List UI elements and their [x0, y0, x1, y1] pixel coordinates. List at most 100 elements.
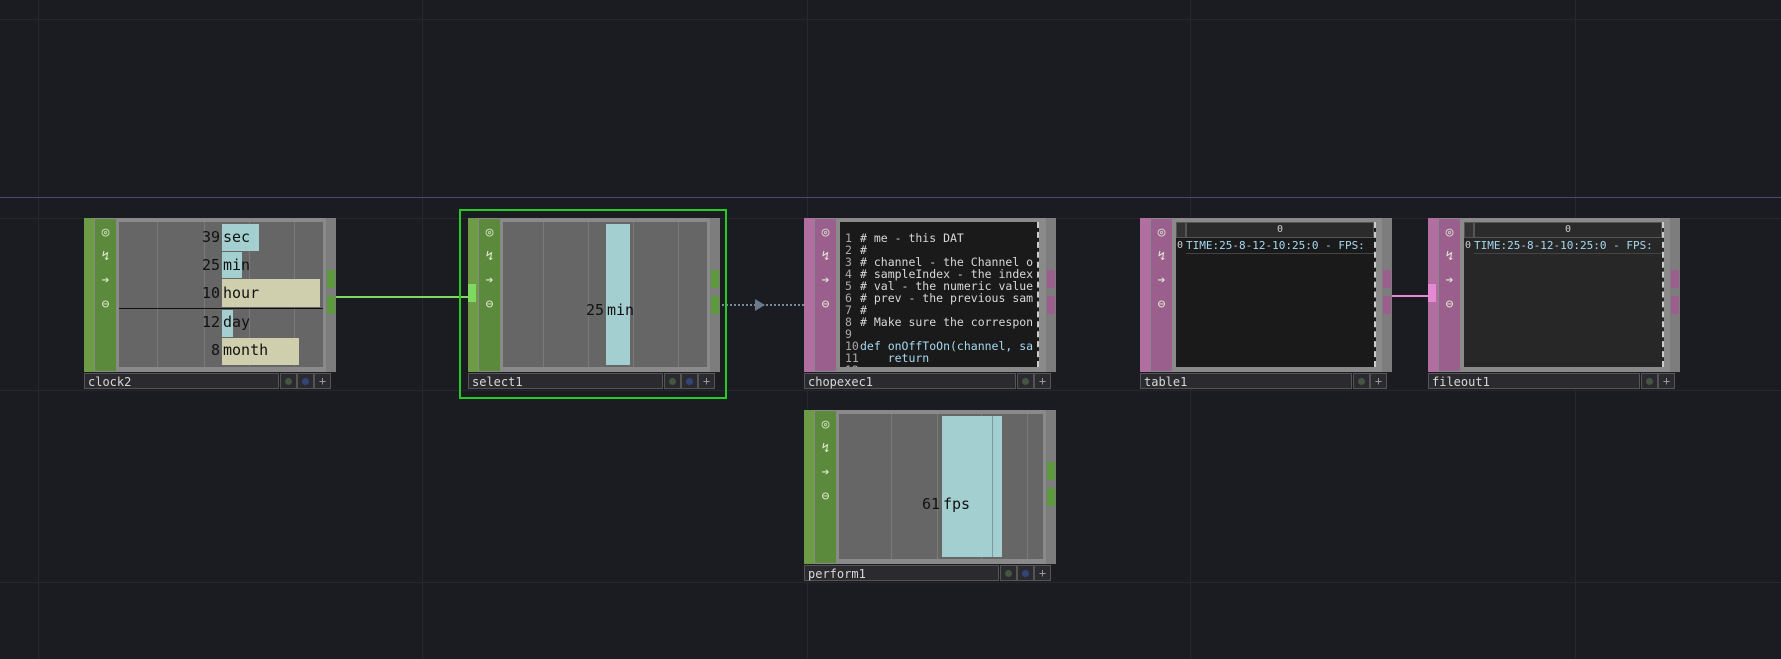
cook-flag-button[interactable] [1353, 373, 1370, 389]
node-table1[interactable]: ◎ ↯ ➔ ⊖ 0 0 TIME:25-8-12-10:25:0 - FPS: … [1140, 218, 1392, 390]
node-name-label[interactable]: chopexec1 [804, 373, 1016, 389]
node-name-label[interactable]: select1 [468, 373, 663, 389]
bypass-icon[interactable]: ↯ [1439, 246, 1460, 268]
viewer-toggle-icon[interactable]: ◎ [95, 222, 116, 244]
lock-icon[interactable]: ⊖ [1151, 294, 1172, 316]
lock-icon[interactable]: ⊖ [95, 294, 116, 316]
viewer-toggle-icon[interactable]: ◎ [1151, 222, 1172, 244]
table-cell: TIME:25-8-12-10:25:0 - FPS: [1474, 238, 1662, 254]
output-connector[interactable] [1671, 296, 1679, 314]
line-text: # me - this DAT [860, 231, 964, 245]
line-text: return [860, 351, 930, 365]
add-node-icon[interactable]: + [314, 373, 331, 389]
code-line: 8 # Make sure the correspon [845, 316, 1033, 328]
code-line: 12 [845, 364, 860, 367]
wire-arrow-icon [755, 299, 765, 311]
channel-value: 39 [201, 228, 220, 246]
bypass-icon[interactable]: ↯ [95, 246, 116, 268]
lock-icon[interactable]: ⊖ [815, 486, 836, 508]
display-flag-icon[interactable]: ➔ [479, 270, 500, 292]
lock-icon[interactable]: ⊖ [815, 294, 836, 316]
row-header: 0 [1176, 240, 1184, 251]
node-name-label[interactable]: fileout1 [1428, 373, 1640, 389]
output-connector[interactable] [1047, 296, 1055, 314]
cook-flag-button[interactable] [1641, 373, 1658, 389]
node-fileout1[interactable]: ◎ ↯ ➔ ⊖ 0 0 TIME:25-8-12-10:25:0 - FPS: … [1428, 218, 1680, 390]
cook-flag-button[interactable] [280, 373, 297, 389]
add-node-icon[interactable]: + [1658, 373, 1675, 389]
lock-icon[interactable]: ⊖ [479, 294, 500, 316]
add-node-icon[interactable]: + [698, 373, 715, 389]
node-name-label[interactable]: perform1 [804, 565, 999, 581]
channel-name: fps [943, 495, 971, 513]
add-node-icon[interactable]: + [1034, 373, 1051, 389]
row-header: 0 [1464, 240, 1472, 251]
bypass-icon[interactable]: ↯ [815, 438, 836, 460]
channel-name: month [223, 341, 269, 359]
cook-flag-button[interactable] [1000, 565, 1017, 581]
node-chopexec1[interactable]: ◎ ↯ ➔ ⊖ 1 # me - this DAT 2 #3 # channel - t… [804, 218, 1056, 390]
line-text: # prev - the previous sam [860, 291, 1034, 305]
output-connector[interactable] [1047, 462, 1055, 480]
channel-viewer: 61 fps [839, 414, 1043, 559]
display-flag-icon[interactable]: ➔ [1439, 270, 1460, 292]
node-perform1[interactable]: ◎ ↯ ➔ ⊖ 61 fps perform1 + [804, 410, 1056, 582]
output-connector[interactable] [1383, 270, 1391, 288]
output-connector[interactable] [327, 270, 335, 288]
display-flag-icon[interactable]: ➔ [1151, 270, 1172, 292]
channel-viewer: 39 sec 25 min 10 hour 12 day 8 month [119, 222, 323, 367]
viewer-toggle-icon[interactable]: ◎ [815, 222, 836, 244]
bypass-icon[interactable]: ↯ [479, 246, 500, 268]
lock-icon[interactable]: ⊖ [1439, 294, 1460, 316]
bypass-icon[interactable]: ↯ [1151, 246, 1172, 268]
wire-table1-fileout1 [1390, 295, 1430, 297]
output-connector[interactable] [1383, 296, 1391, 314]
render-flag-button[interactable] [1017, 565, 1034, 581]
column-header: 0 [1186, 222, 1374, 238]
table-viewer: 0 0 TIME:25-8-12-10:25:0 - FPS: [1464, 222, 1664, 367]
render-flag-button[interactable] [297, 373, 314, 389]
network-separator [0, 197, 1781, 198]
output-connector[interactable] [327, 296, 335, 314]
add-node-icon[interactable]: + [1034, 565, 1051, 581]
node-name-label[interactable]: table1 [1140, 373, 1352, 389]
channel-value: 12 [201, 313, 220, 331]
wire-clock2-select1 [336, 296, 470, 298]
viewer-toggle-icon[interactable]: ◎ [815, 414, 836, 436]
output-connector[interactable] [1047, 488, 1055, 506]
output-connector[interactable] [1671, 270, 1679, 288]
input-connector[interactable] [468, 284, 476, 302]
render-flag-button[interactable] [681, 373, 698, 389]
channel-name: min [223, 256, 251, 274]
node-name-label[interactable]: clock2 [84, 373, 279, 389]
output-connector[interactable] [711, 270, 719, 288]
channel-value: 61 [921, 495, 940, 513]
line-text: # Make sure the correspon [860, 315, 1034, 329]
output-connector[interactable] [1047, 270, 1055, 288]
line-number: 12 [845, 364, 860, 367]
code-viewer: 1 # me - this DAT 2 #3 # channel - the Chann… [840, 222, 1039, 367]
channel-name: sec [223, 228, 251, 246]
channel-value: 10 [201, 284, 220, 302]
viewer-toggle-icon[interactable]: ◎ [1439, 222, 1460, 244]
node-select1[interactable]: ◎ ↯ ➔ ⊖ 25 min select1 + [459, 209, 727, 399]
table-viewer: 0 0 TIME:25-8-12-10:25:0 - FPS: [1176, 222, 1376, 367]
channel-value: 8 [210, 341, 220, 359]
cook-flag-button[interactable] [664, 373, 681, 389]
channel-name: day [223, 313, 251, 331]
display-flag-icon[interactable]: ➔ [95, 270, 116, 292]
display-flag-icon[interactable]: ➔ [815, 462, 836, 484]
channel-value: 25 [585, 301, 604, 319]
output-connector[interactable] [711, 296, 719, 314]
node-clock2[interactable]: ◎ ↯ ➔ ⊖ 39 sec 25 min 10 hour 12 day 8 m… [84, 218, 336, 390]
channel-name: min [607, 301, 635, 319]
input-connector[interactable] [1428, 284, 1436, 302]
channel-name: hour [223, 284, 260, 302]
bypass-icon[interactable]: ↯ [815, 246, 836, 268]
viewer-toggle-icon[interactable]: ◎ [479, 222, 500, 244]
add-node-icon[interactable]: + [1370, 373, 1387, 389]
cook-flag-button[interactable] [1017, 373, 1034, 389]
code-line: 6 # prev - the previous sam [845, 292, 1033, 304]
display-flag-icon[interactable]: ➔ [815, 270, 836, 292]
column-header: 0 [1474, 222, 1662, 238]
